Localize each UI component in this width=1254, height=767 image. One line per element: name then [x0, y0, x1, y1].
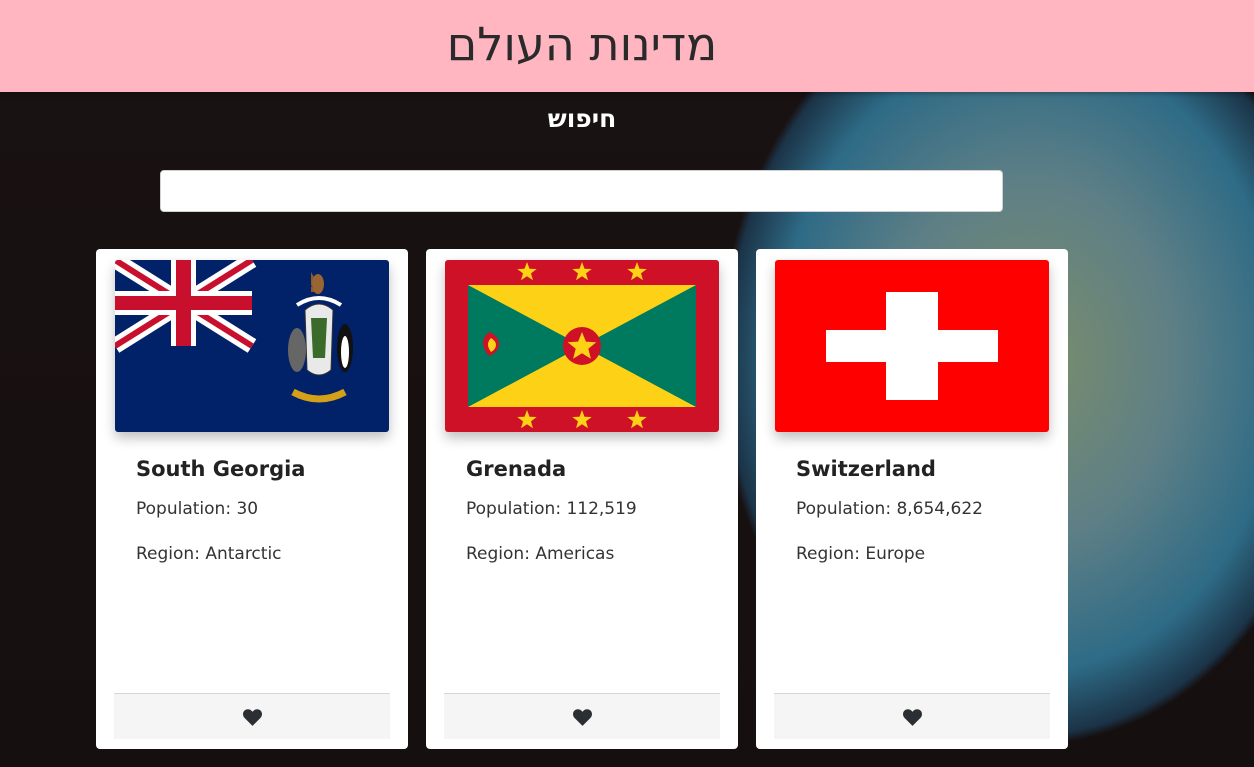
population-text: Population: 8,654,622: [796, 498, 983, 520]
region-label: Region:: [136, 544, 206, 564]
country-name: South Georgia: [136, 457, 306, 481]
favorite-button[interactable]: [900, 706, 924, 728]
region-text: Region: Antarctic: [136, 543, 282, 565]
region-text: Region: Europe: [796, 543, 925, 565]
country-card[interactable]: South Georgia Population: 30 Region: Ant…: [96, 249, 408, 749]
heart-icon: [242, 708, 262, 726]
region-value: Europe: [865, 544, 926, 564]
population-label: Population:: [466, 499, 567, 519]
page-title: מדינות העולם: [446, 17, 718, 71]
population-value: 112,519: [566, 499, 637, 519]
grenada-flag: [445, 260, 719, 432]
country-card[interactable]: Switzerland Population: 8,654,622 Region…: [756, 249, 1068, 749]
switzerland-flag: [775, 260, 1049, 432]
population-label: Population:: [136, 499, 237, 519]
favorite-button[interactable]: [570, 706, 594, 728]
population-value: 8,654,622: [896, 499, 983, 519]
card-footer: [444, 693, 720, 739]
switzerland-flag-icon: [775, 260, 1049, 432]
search-label: חיפוש: [547, 104, 617, 133]
population-value: 30: [236, 499, 259, 519]
search-input[interactable]: [160, 170, 1003, 212]
south-georgia-flag: [115, 260, 389, 432]
favorite-button[interactable]: [240, 706, 264, 728]
region-text: Region: Americas: [466, 543, 614, 565]
page-header: מדינות העולם: [0, 0, 1254, 92]
south-georgia-flag-icon: [115, 260, 389, 432]
region-label: Region:: [796, 544, 866, 564]
country-name: Switzerland: [796, 457, 936, 481]
heart-icon: [572, 708, 592, 726]
region-label: Region:: [466, 544, 536, 564]
grenada-flag-icon: [445, 260, 719, 432]
heart-icon: [902, 708, 922, 726]
country-card[interactable]: Grenada Population: 112,519 Region: Amer…: [426, 249, 738, 749]
population-text: Population: 30: [136, 498, 258, 520]
card-footer: [774, 693, 1050, 739]
population-label: Population:: [796, 499, 897, 519]
country-name: Grenada: [466, 457, 567, 481]
population-text: Population: 112,519: [466, 498, 637, 520]
card-footer: [114, 693, 390, 739]
region-value: Americas: [535, 544, 615, 564]
region-value: Antarctic: [205, 544, 282, 564]
